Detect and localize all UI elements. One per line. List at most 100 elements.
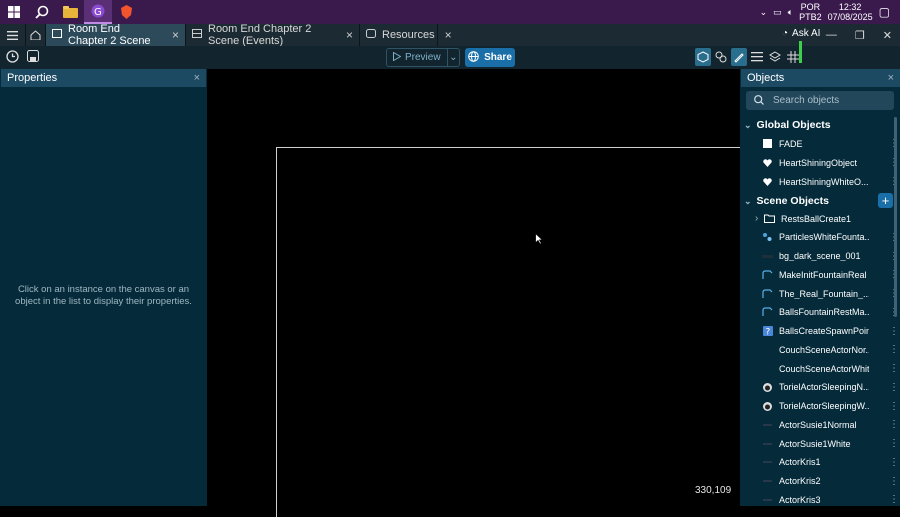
tab-resources-label: Resources — [382, 29, 435, 41]
search-field[interactable] — [746, 91, 894, 110]
chevron-down-icon[interactable]: ⌄ — [446, 49, 459, 66]
list-item[interactable]: ActorKris3 ⋮ — [762, 494, 899, 505]
file-explorer-icon[interactable] — [56, 0, 84, 24]
more-options-icon[interactable]: ⋮ — [889, 476, 899, 487]
list-item[interactable]: ActorKris2 ⋮ — [762, 476, 899, 487]
list-item[interactable]: ActorSusie1White ⋮ — [762, 438, 899, 449]
object-name: MakeInitFountainReal — [779, 269, 867, 280]
list-item[interactable]: CouchSceneActorNor... ⋮ — [762, 344, 899, 355]
list-item[interactable]: HeartShiningWhiteO... ⋮ — [762, 176, 899, 187]
minimize-icon[interactable]: — — [826, 29, 837, 41]
properties-panel: Properties × Click on an instance on the… — [0, 69, 207, 506]
language-indicator[interactable]: POR PTB2 — [799, 2, 822, 22]
tab-resources[interactable]: Resources × — [360, 24, 452, 46]
list-item[interactable]: ? BallsCreateSpawnPoint ⋮ — [762, 326, 899, 337]
list-item[interactable]: The_Real_Fountain_...⋮ — [762, 288, 899, 299]
more-options-icon[interactable]: ⋮ — [889, 457, 899, 468]
close-icon[interactable]: × — [172, 28, 179, 42]
3d-box-icon[interactable] — [695, 48, 711, 66]
chevron-right-icon[interactable]: › — [755, 213, 758, 224]
global-objects-group[interactable]: ⌄ Global Objects — [744, 119, 831, 131]
more-options-icon[interactable]: ⋮ — [889, 363, 899, 374]
more-options-icon[interactable]: ⋮ — [889, 419, 899, 430]
chevron-up-icon[interactable]: ⌄ — [760, 7, 768, 18]
preview-button[interactable]: Preview ⌄ — [386, 48, 460, 67]
list-item[interactable]: bg_dark_scene_001⋮ — [762, 251, 899, 262]
more-options-icon[interactable]: ⋮ — [889, 401, 899, 412]
properties-title: Properties — [7, 72, 58, 84]
object-name: TorielActorSleepingN... — [779, 382, 869, 393]
list-item[interactable]: BallsFountainRestMa...⋮ — [762, 307, 899, 318]
object-name: ActorKris1 — [779, 457, 821, 468]
object-name: TorielActorSleepingW... — [779, 401, 869, 411]
list-item[interactable]: ›RestsBallCreate1⋮ — [755, 213, 900, 224]
more-options-icon[interactable]: ⋮ — [889, 344, 899, 355]
game-frame-border — [276, 147, 746, 517]
behavior-icon — [762, 269, 773, 280]
list-item[interactable]: CouchSceneActorWhite ⋮ — [762, 363, 899, 374]
clock[interactable]: 12:32 07/08/2025 — [828, 2, 873, 22]
list-item[interactable]: ParticlesWhiteFounta...⋮ — [762, 232, 899, 243]
list-item[interactable]: ActorKris1 ⋮ — [762, 457, 899, 468]
question-icon: ? — [762, 326, 773, 337]
history-icon[interactable] — [6, 50, 19, 66]
tab-scene[interactable]: Room End Chapter 2 Scene × — [46, 23, 186, 47]
more-options-icon[interactable]: ⋮ — [889, 438, 899, 449]
scene-canvas[interactable]: 330,109 — [207, 69, 746, 517]
more-options-icon[interactable]: ⋮ — [889, 382, 899, 393]
ask-ai-button[interactable]: ◔ Ask AI — [782, 28, 820, 39]
object-name: The_Real_Fountain_... — [779, 288, 869, 299]
editor-tabbar: Room End Chapter 2 Scene × Room End Chap… — [0, 23, 900, 47]
list-icon[interactable] — [749, 48, 765, 66]
play-icon — [393, 51, 402, 64]
search-icon[interactable] — [28, 0, 56, 24]
sprite-square-icon — [762, 138, 773, 149]
object-name: BallsCreateSpawnPoint — [779, 326, 869, 336]
gdevelop-app-icon[interactable]: G — [84, 0, 112, 24]
sprite-thumbnail-icon — [762, 494, 773, 505]
volume-icon[interactable]: 🔈︎ — [788, 7, 793, 18]
more-options-icon[interactable]: ⋮ — [889, 326, 899, 337]
close-icon[interactable]: × — [888, 72, 894, 84]
list-item[interactable]: ActorSusie1Normal ⋮ — [762, 419, 899, 430]
scene-objects-group[interactable]: ⌄ Scene Objects — [744, 195, 829, 207]
close-icon[interactable]: × — [194, 72, 200, 84]
lang-bottom: PTB2 — [799, 12, 822, 22]
brave-browser-icon[interactable] — [112, 0, 140, 24]
more-options-icon[interactable]: ⋮ — [889, 494, 899, 505]
close-icon[interactable]: × — [346, 28, 353, 42]
sprite-thumbnail-icon — [762, 457, 773, 468]
list-item[interactable]: TorielActorSleepingN... ⋮ — [762, 382, 899, 393]
scrollbar[interactable] — [894, 117, 897, 317]
restore-icon[interactable]: ❐ — [855, 29, 865, 42]
objects-group-icon[interactable] — [713, 48, 729, 66]
object-name: RestsBallCreate1 — [781, 213, 852, 224]
clock-time: 12:32 — [838, 2, 862, 12]
close-icon[interactable]: × — [445, 28, 452, 42]
list-item[interactable]: HeartShiningObject ⋮ — [762, 157, 899, 168]
edit-pencil-icon[interactable] — [731, 48, 747, 66]
share-button[interactable]: Share — [465, 48, 515, 67]
list-item[interactable]: TorielActorSleepingW... ⋮ — [762, 401, 899, 412]
object-name: ParticlesWhiteFounta... — [779, 232, 869, 243]
layers-icon[interactable] — [767, 48, 783, 66]
object-name: BallsFountainRestMa... — [779, 307, 869, 318]
heart-icon — [762, 176, 773, 187]
svg-text:G: G — [94, 7, 102, 18]
list-item[interactable]: MakeInitFountainReal⋮ — [762, 269, 899, 280]
menu-icon[interactable] — [0, 24, 26, 46]
notifications-icon[interactable]: ▢ — [879, 5, 890, 19]
close-window-icon[interactable]: ✕ — [883, 29, 892, 42]
list-item[interactable]: FADE ⋮ — [762, 138, 899, 149]
network-icon[interactable]: ▭ — [773, 7, 782, 18]
tab-events[interactable]: Room End Chapter 2 Scene (Events) × — [186, 23, 360, 47]
save-icon[interactable] — [27, 50, 39, 66]
add-object-button[interactable]: + — [878, 193, 893, 208]
search-input[interactable] — [771, 94, 885, 107]
home-icon[interactable] — [26, 24, 46, 46]
windows-start-icon[interactable] — [0, 0, 28, 24]
sprite-thumbnail-icon — [762, 419, 773, 430]
focus-marker — [799, 41, 802, 63]
object-name: HeartShiningObject — [779, 157, 858, 168]
objects-panel: Objects × ⌄ Global Objects FADE ⋮ HeartS… — [740, 69, 900, 506]
